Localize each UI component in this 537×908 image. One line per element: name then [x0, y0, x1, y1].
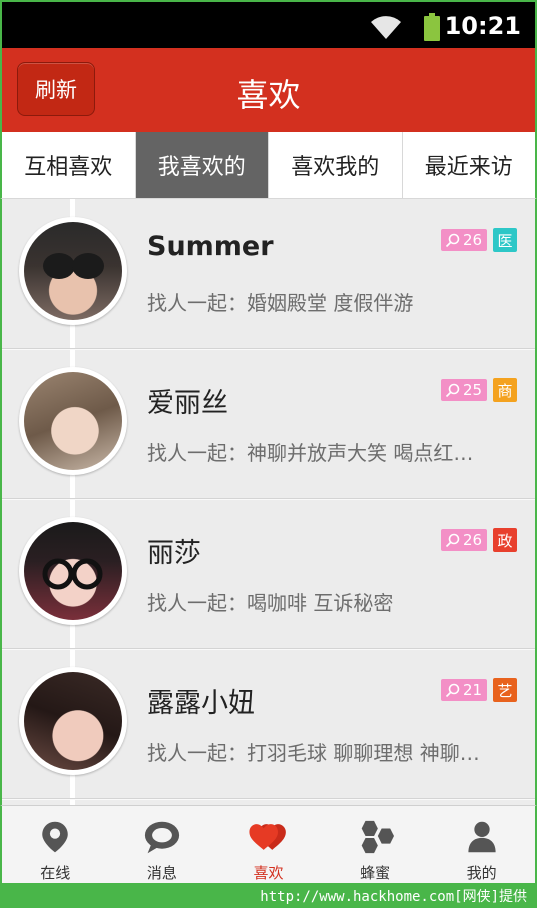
search-icon	[445, 533, 460, 547]
avatar[interactable]	[19, 367, 127, 475]
tab-likes-me[interactable]: 喜欢我的	[269, 132, 403, 198]
user-description: 找人一起：打羽毛球 聊聊理想 神聊…	[147, 741, 480, 765]
avatar[interactable]	[19, 517, 127, 625]
status-time: 10:21	[444, 12, 521, 40]
search-icon	[445, 383, 460, 397]
list-item[interactable]: 爱丽丝 25 商 找人一起：神聊并放声大笑 喝点红…	[2, 349, 535, 500]
nav-honey[interactable]: 蜂蜜	[322, 806, 429, 883]
list-item[interactable]: 露露小妞 21 艺 找人一起：打羽毛球 聊聊理想 神聊…	[2, 649, 535, 800]
wifi-icon	[371, 16, 401, 39]
user-description: 找人一起：神聊并放声大笑 喝点红…	[147, 441, 474, 465]
message-count: 25	[463, 381, 483, 399]
message-count: 26	[463, 231, 483, 249]
hearts-icon	[248, 818, 288, 856]
watermark-text: http://www.hackhome.com[网侠]提供	[260, 889, 527, 905]
user-list[interactable]: Summer 26 医 找人一起：婚姻殿堂 度假伴游 爱丽丝 25 商 找人一起…	[0, 199, 537, 805]
nav-label: 在线	[40, 864, 71, 882]
tab-i-like[interactable]: 我喜欢的	[135, 132, 269, 198]
message-count: 21	[463, 681, 483, 699]
page-title: 喜欢	[236, 76, 301, 114]
occupation-tag: 政	[493, 528, 517, 552]
search-icon	[445, 233, 460, 247]
location-pin-icon	[35, 818, 75, 856]
nav-label: 喜欢	[253, 864, 284, 882]
nav-profile[interactable]: 我的	[428, 806, 535, 883]
chat-bubble-icon	[142, 818, 182, 856]
bottom-navigation: 在线 消息 喜欢 蜂蜜 我的	[0, 805, 537, 883]
user-description: 找人一起：喝咖啡 互诉秘密	[147, 591, 394, 615]
occupation-tag: 商	[493, 378, 517, 402]
message-count: 26	[463, 531, 483, 549]
user-description: 找人一起：婚姻殿堂 度假伴游	[147, 291, 414, 315]
tab-mutual-like[interactable]: 互相喜欢	[2, 132, 136, 198]
status-bar: 10:21	[0, 0, 537, 48]
message-count-badge: 26	[441, 529, 487, 551]
occupation-tag: 医	[493, 228, 517, 252]
honeycomb-icon	[355, 818, 395, 856]
nav-likes[interactable]: 喜欢	[215, 806, 322, 883]
nav-online[interactable]: 在线	[2, 806, 109, 883]
avatar[interactable]	[19, 217, 127, 325]
tab-recent-visitors[interactable]: 最近来访	[403, 132, 536, 198]
message-count-badge: 21	[441, 679, 487, 701]
message-count-badge: 25	[441, 379, 487, 401]
list-item[interactable]: 丽莎 26 政 找人一起：喝咖啡 互诉秘密	[2, 499, 535, 650]
nav-messages[interactable]: 消息	[109, 806, 216, 883]
user-name: Summer	[147, 231, 274, 262]
nav-label: 消息	[146, 864, 177, 882]
message-count-badge: 26	[441, 229, 487, 251]
occupation-tag: 艺	[493, 678, 517, 702]
battery-icon	[424, 13, 440, 41]
search-icon	[445, 683, 460, 697]
list-item[interactable]: Summer 26 医 找人一起：婚姻殿堂 度假伴游	[2, 199, 535, 350]
nav-label: 蜂蜜	[360, 864, 391, 882]
watermark-bar: http://www.hackhome.com[网侠]提供	[0, 883, 537, 908]
tab-bar: 互相喜欢 我喜欢的 喜欢我的 最近来访	[0, 132, 537, 199]
user-name: 丽莎	[147, 538, 201, 569]
user-name: 露露小妞	[147, 688, 255, 719]
avatar[interactable]	[19, 667, 127, 775]
user-name: 爱丽丝	[147, 388, 228, 419]
person-icon	[462, 818, 502, 856]
title-bar: 刷新 喜欢	[0, 48, 537, 132]
nav-label: 我的	[466, 864, 497, 882]
